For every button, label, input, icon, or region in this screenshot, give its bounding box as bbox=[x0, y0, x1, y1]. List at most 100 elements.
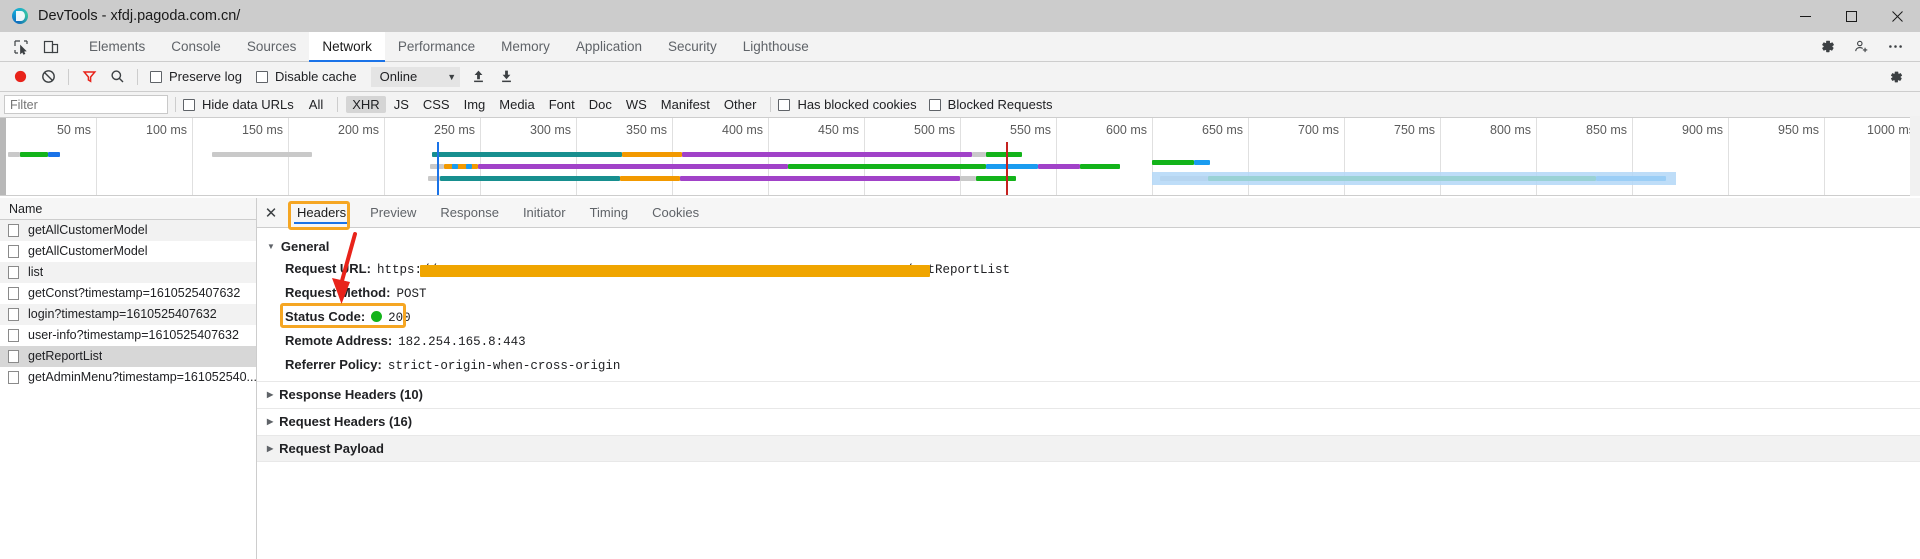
dom-content-loaded-marker bbox=[437, 142, 439, 195]
filter-type-media[interactable]: Media bbox=[493, 96, 540, 113]
waterfall-bar-segment bbox=[1038, 164, 1080, 169]
request-row[interactable]: getReportList bbox=[0, 346, 256, 367]
tab-preview[interactable]: Preview bbox=[358, 198, 428, 227]
tab-lighthouse[interactable]: Lighthouse bbox=[730, 32, 822, 61]
waterfall-bar-segment bbox=[432, 152, 622, 157]
tab-performance[interactable]: Performance bbox=[385, 32, 488, 61]
response-headers-section[interactable]: ▶ Response Headers (10) bbox=[257, 380, 1920, 408]
referrer-policy-row: Referrer Policy: strict-origin-when-cros… bbox=[257, 353, 1920, 381]
throttling-dropdown[interactable]: Online ▼ bbox=[370, 66, 461, 87]
tab-memory[interactable]: Memory bbox=[488, 32, 563, 61]
preserve-log-checkbox[interactable]: Preserve log bbox=[150, 69, 242, 84]
filter-type-js[interactable]: JS bbox=[388, 96, 415, 113]
tab-application[interactable]: Application bbox=[563, 32, 655, 61]
tab-network[interactable]: Network bbox=[309, 32, 385, 62]
status-code-label: Status Code: bbox=[285, 308, 366, 324]
timeline-tick-label: 950 ms bbox=[1778, 123, 1819, 137]
tab-headers[interactable]: Headers bbox=[285, 198, 358, 227]
filter-type-doc[interactable]: Doc bbox=[583, 96, 618, 113]
maximize-button[interactable] bbox=[1828, 0, 1874, 32]
devtools-window: DevTools - xfdj.pagoda.com.cn/ Elements … bbox=[0, 0, 1920, 559]
close-details-button[interactable]: ✕ bbox=[257, 198, 285, 227]
status-code-value: 200 bbox=[388, 310, 411, 325]
timeline-tick-label: 450 ms bbox=[818, 123, 859, 137]
tab-elements[interactable]: Elements bbox=[76, 32, 158, 61]
timeline-tick-label: 350 ms bbox=[626, 123, 667, 137]
filter-type-ws[interactable]: WS bbox=[620, 96, 653, 113]
clear-button[interactable] bbox=[34, 64, 62, 90]
selected-request-band bbox=[1152, 172, 1676, 185]
hide-data-urls-checkbox[interactable]: Hide data URLs bbox=[183, 97, 294, 112]
more-options-icon[interactable] bbox=[1878, 38, 1912, 55]
import-har-button[interactable] bbox=[464, 64, 492, 90]
filter-button[interactable] bbox=[75, 64, 103, 90]
gear-icon[interactable] bbox=[1810, 38, 1844, 55]
minimize-button[interactable] bbox=[1782, 0, 1828, 32]
request-name: getConst?timestamp=1610525407632 bbox=[28, 286, 241, 300]
request-name: getAllCustomerModel bbox=[28, 244, 148, 258]
request-payload-section[interactable]: ▶ Request Payload bbox=[257, 434, 1920, 462]
request-list-header[interactable]: Name bbox=[0, 198, 256, 220]
filter-type-all[interactable]: All bbox=[303, 96, 329, 113]
tab-label: Initiator bbox=[522, 205, 566, 220]
request-row[interactable]: user-info?timestamp=1610525407632 bbox=[0, 325, 256, 346]
request-type-icon bbox=[8, 328, 19, 342]
tab-response[interactable]: Response bbox=[428, 198, 511, 227]
waterfall-bar-segment bbox=[48, 152, 60, 157]
inspect-element-icon[interactable] bbox=[6, 32, 36, 61]
timeline-tick bbox=[960, 118, 961, 195]
search-icon[interactable] bbox=[103, 64, 131, 90]
filter-type-manifest[interactable]: Manifest bbox=[655, 96, 716, 113]
filter-input[interactable] bbox=[4, 95, 168, 114]
close-button[interactable] bbox=[1874, 0, 1920, 32]
request-name: list bbox=[28, 265, 44, 279]
request-row[interactable]: getConst?timestamp=1610525407632 bbox=[0, 283, 256, 304]
device-toolbar-icon[interactable] bbox=[36, 32, 66, 61]
record-button[interactable] bbox=[6, 64, 34, 90]
network-overview[interactable]: 50 ms 100 ms 150 ms 200 ms 250 ms 300 ms 350 m… bbox=[0, 118, 1920, 196]
timeline-tick-label: 850 ms bbox=[1586, 123, 1627, 137]
filter-type-img[interactable]: Img bbox=[458, 96, 492, 113]
tab-timing[interactable]: Timing bbox=[578, 198, 641, 227]
waterfall-bar-segment bbox=[960, 176, 976, 181]
export-har-button[interactable] bbox=[492, 64, 520, 90]
tab-label: Timing bbox=[589, 205, 629, 220]
tab-sources[interactable]: Sources bbox=[234, 32, 310, 61]
request-row[interactable]: getAllCustomerModel bbox=[0, 241, 256, 262]
has-blocked-cookies-checkbox[interactable]: Has blocked cookies bbox=[778, 97, 917, 112]
filter-type-font[interactable]: Font bbox=[543, 96, 581, 113]
request-row[interactable]: list bbox=[0, 262, 256, 283]
tab-initiator[interactable]: Initiator bbox=[511, 198, 578, 227]
tab-security[interactable]: Security bbox=[655, 32, 730, 61]
filter-type-xhr[interactable]: XHR bbox=[346, 96, 386, 113]
checkbox-square bbox=[183, 98, 195, 111]
request-type-icon bbox=[8, 244, 19, 258]
network-settings-icon[interactable] bbox=[1882, 64, 1910, 90]
disable-cache-checkbox[interactable]: Disable cache bbox=[255, 69, 357, 84]
checkbox-square bbox=[778, 98, 791, 111]
waterfall-bar-segment bbox=[972, 152, 986, 157]
tab-console[interactable]: Console bbox=[158, 32, 234, 61]
tab-cookies[interactable]: Cookies bbox=[640, 198, 711, 227]
request-method-label: Request Method: bbox=[285, 284, 391, 300]
request-row[interactable]: getAdminMenu?timestamp=161052540... bbox=[0, 367, 256, 388]
customize-devtools-icon[interactable] bbox=[1844, 38, 1878, 55]
general-section-header[interactable]: ▼ General bbox=[257, 235, 1920, 257]
waterfall-bar-segment bbox=[1080, 164, 1120, 169]
referrer-policy-value: strict-origin-when-cross-origin bbox=[387, 358, 621, 373]
vertical-scrollbar[interactable] bbox=[1910, 116, 1920, 196]
general-section-label: General bbox=[280, 238, 330, 254]
waterfall-bar-segment bbox=[1152, 160, 1194, 165]
timeline-tick-label: 800 ms bbox=[1490, 123, 1531, 137]
filter-type-other[interactable]: Other bbox=[718, 96, 763, 113]
request-row[interactable]: login?timestamp=1610525407632 bbox=[0, 304, 256, 325]
waterfall-bar-segment bbox=[8, 152, 20, 157]
tab-label: Cookies bbox=[652, 205, 700, 220]
request-headers-section[interactable]: ▶ Request Headers (16) bbox=[257, 407, 1920, 435]
request-row[interactable]: getAllCustomerModel bbox=[0, 220, 256, 241]
tab-label: Elements bbox=[89, 39, 146, 54]
request-type-icon bbox=[8, 349, 19, 363]
blocked-requests-checkbox[interactable]: Blocked Requests bbox=[928, 97, 1052, 112]
filter-type-css[interactable]: CSS bbox=[417, 96, 456, 113]
request-method-row: Request Method: POST bbox=[257, 281, 1920, 305]
